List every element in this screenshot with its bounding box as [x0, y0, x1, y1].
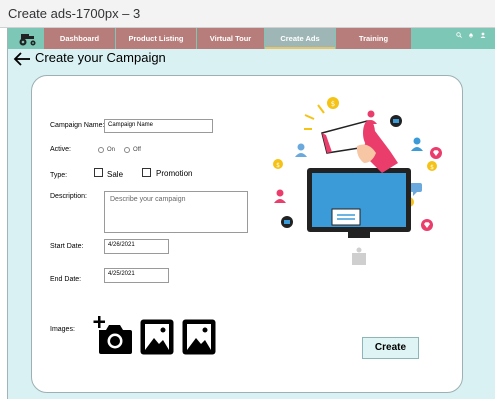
- person-icon: [295, 143, 307, 157]
- page-title: Create your Campaign: [35, 50, 166, 65]
- image-placeholder-icon[interactable]: [182, 319, 216, 355]
- tab-create-ads[interactable]: Create Ads: [265, 28, 335, 49]
- person-icon: [274, 189, 286, 203]
- thumbs-up-icon: [390, 115, 402, 127]
- app-frame: Dashboard Product Listing Virtual Tour C…: [7, 28, 495, 399]
- window-title: Create ads-1700px – 3: [8, 6, 141, 21]
- search-icon[interactable]: [456, 32, 462, 38]
- bell-icon[interactable]: [468, 32, 474, 38]
- add-photo-icon[interactable]: [93, 314, 133, 356]
- active-off-radio[interactable]: [124, 147, 130, 153]
- start-date-input[interactable]: 4/26/2021: [104, 239, 169, 254]
- active-off-label: Off: [133, 147, 141, 153]
- campaign-name-input[interactable]: Campaign Name: [104, 119, 213, 133]
- campaign-name-label: Campaign Name:: [50, 122, 105, 129]
- marketing-megaphone-illustration: $ $ $ $: [273, 97, 442, 265]
- svg-text:$: $: [331, 100, 335, 108]
- type-label: Type:: [50, 172, 68, 179]
- heart-icon: [430, 147, 442, 159]
- window-titlebar: Create ads-1700px – 3: [0, 0, 495, 28]
- user-icon[interactable]: [480, 32, 486, 38]
- end-date-input[interactable]: 4/25/2021: [104, 268, 169, 283]
- type-sale-label: Sale: [107, 170, 124, 179]
- active-label: Active:: [50, 146, 72, 153]
- coin-icon: $: [273, 159, 283, 169]
- description-label: Description:: [50, 193, 87, 200]
- active-on-label: On: [107, 147, 116, 153]
- type-promotion-checkbox[interactable]: [142, 168, 151, 177]
- create-button[interactable]: Create: [362, 337, 419, 359]
- coin-icon: $: [327, 97, 339, 109]
- nav-icon-group: [456, 32, 486, 38]
- active-on-radio[interactable]: [98, 147, 104, 153]
- tab-dashboard[interactable]: Dashboard: [44, 28, 115, 49]
- images-label: Images:: [50, 326, 75, 333]
- chat-bubble-icon: [410, 183, 422, 196]
- tab-product-listing[interactable]: Product Listing: [116, 28, 196, 49]
- back-arrow-icon[interactable]: [13, 51, 31, 67]
- person-icon: [411, 137, 423, 151]
- image-placeholder-icon[interactable]: [140, 319, 174, 355]
- tractor-logo-icon[interactable]: [12, 30, 42, 47]
- type-sale-checkbox[interactable]: [94, 168, 103, 177]
- svg-text:$: $: [430, 164, 434, 171]
- svg-text:$: $: [276, 162, 280, 169]
- tab-training[interactable]: Training: [336, 28, 411, 49]
- campaign-form-card: Campaign Name: Campaign Name Active: On …: [31, 75, 463, 393]
- top-nav: Dashboard Product Listing Virtual Tour C…: [8, 28, 495, 49]
- thumbs-up-icon: [281, 216, 293, 228]
- coin-icon: $: [427, 161, 437, 171]
- start-date-label: Start Date:: [50, 243, 84, 250]
- tab-virtual-tour[interactable]: Virtual Tour: [197, 28, 264, 49]
- type-promotion-label: Promotion: [156, 169, 193, 178]
- heart-icon: [421, 219, 433, 231]
- description-textarea[interactable]: Describe your campaign: [104, 191, 248, 233]
- end-date-label: End Date:: [50, 276, 82, 283]
